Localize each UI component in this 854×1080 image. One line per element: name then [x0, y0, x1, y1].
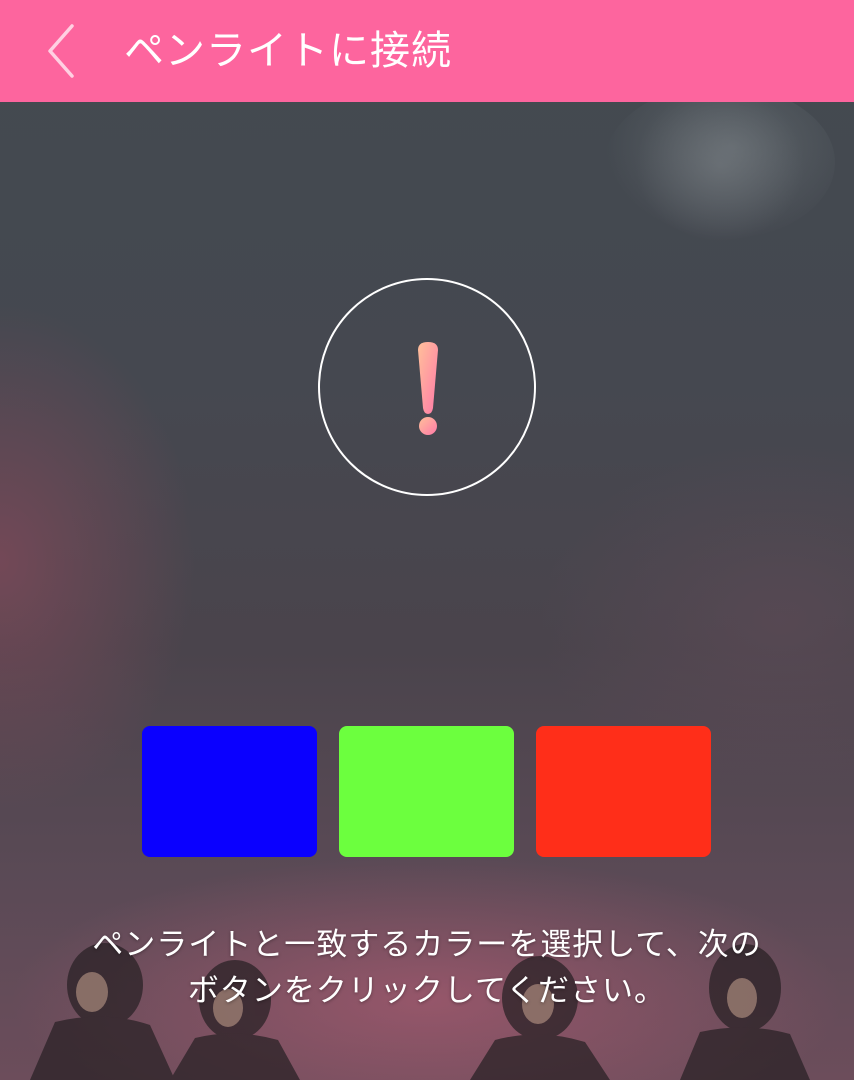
- page-title: ペンライトに接続: [124, 28, 452, 74]
- color-swatch-blue[interactable]: [142, 726, 317, 857]
- background-moon: [605, 85, 835, 240]
- app-header: ペンライトに接続: [0, 0, 854, 102]
- instruction-line-2: ボタンをクリックしてください。: [187, 973, 667, 1009]
- back-button[interactable]: [30, 18, 96, 84]
- instruction-line-1: ペンライトと一致するカラーを選択して、次の: [92, 927, 762, 963]
- chevron-left-icon: [48, 24, 74, 78]
- instruction-text: ペンライトと一致するカラーを選択して、次の ボタンをクリックしてください。: [0, 922, 854, 1014]
- exclamation-icon: [418, 342, 438, 435]
- color-swatch-red[interactable]: [536, 726, 711, 857]
- alert-circle: [318, 278, 536, 496]
- color-swatch-green[interactable]: [339, 726, 514, 857]
